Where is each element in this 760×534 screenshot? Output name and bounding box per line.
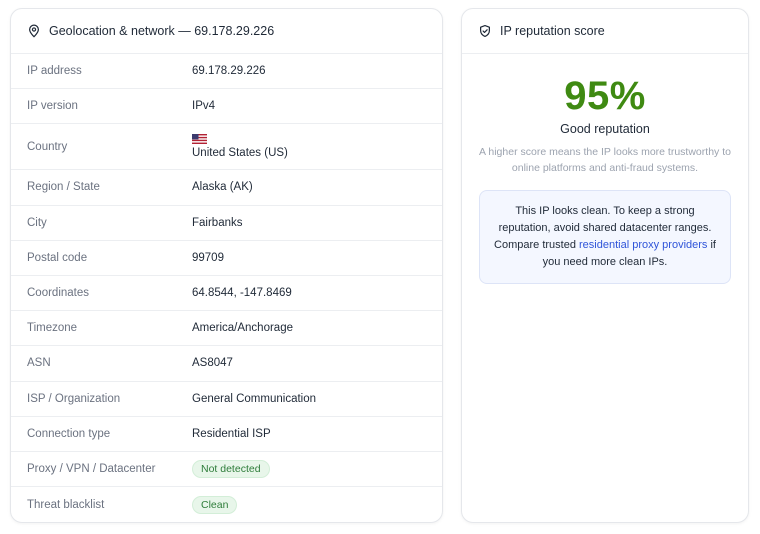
table-row: IP version IPv4 xyxy=(11,89,442,125)
row-value: Fairbanks xyxy=(192,216,243,229)
location-pin-icon xyxy=(27,24,41,38)
geolocation-card: Geolocation & network — 69.178.29.226 IP… xyxy=(10,8,443,523)
row-value: Alaska (AK) xyxy=(192,181,253,194)
geolocation-title: Geolocation & network — 69.178.29.226 xyxy=(49,24,275,38)
row-value: AS8047 xyxy=(192,357,233,370)
status-badge-proxy: Not detected xyxy=(192,459,270,478)
row-key: Region / State xyxy=(27,181,100,194)
table-row: Region / State Alaska (AK) xyxy=(11,170,442,206)
reputation-score: 95% xyxy=(564,74,646,118)
row-key: ISP / Organization xyxy=(27,392,121,405)
row-key: Country xyxy=(27,140,68,153)
row-key: Coordinates xyxy=(27,287,90,300)
geolocation-card-header: Geolocation & network — 69.178.29.226 xyxy=(11,9,442,54)
table-row: Country United States (US) xyxy=(11,124,442,171)
shield-check-icon xyxy=(478,24,492,38)
reputation-notice: This IP looks clean. To keep a strong re… xyxy=(479,190,731,284)
table-row: City Fairbanks xyxy=(11,206,442,241)
reputation-card: IP reputation score 95% Good reputation … xyxy=(461,8,749,523)
row-key: ASN xyxy=(27,357,51,370)
table-row: Postal code 99709 xyxy=(11,241,442,276)
us-flag-icon xyxy=(192,134,207,145)
reputation-label: Good reputation xyxy=(560,122,650,136)
row-value: America/Anchorage xyxy=(192,322,293,335)
row-key: City xyxy=(27,216,47,229)
row-key: Proxy / VPN / Datacenter xyxy=(27,462,156,475)
row-value: 64.8544, -147.8469 xyxy=(192,287,292,300)
row-key: Timezone xyxy=(27,322,78,335)
status-badge-blacklist: Clean xyxy=(192,495,238,514)
row-value: IPv4 xyxy=(192,100,216,113)
row-value: Residential ISP xyxy=(192,427,271,440)
reputation-description: A higher score means the IP looks more t… xyxy=(479,146,731,174)
table-row: Threat blacklist Clean xyxy=(11,487,442,522)
residential-proxy-providers-link[interactable]: residential proxy providers xyxy=(579,239,707,251)
table-row: IP address 69.178.29.226 xyxy=(11,54,442,90)
reputation-title: IP reputation score xyxy=(500,24,605,38)
row-value: United States (US) xyxy=(192,147,288,160)
row-key: IP version xyxy=(27,100,78,113)
row-key: Connection type xyxy=(27,427,111,440)
table-row: ISP / Organization General Communication xyxy=(11,382,442,417)
row-key: IP address xyxy=(27,65,82,78)
table-row: Timezone America/Anchorage xyxy=(11,311,442,347)
row-value: General Communication xyxy=(192,392,317,405)
table-row: ASN AS8047 xyxy=(11,346,442,382)
row-key: Postal code xyxy=(27,251,88,264)
table-row: Coordinates 64.8544, -147.8469 xyxy=(11,276,442,312)
table-row: Proxy / VPN / Datacenter Not detected xyxy=(11,452,442,488)
reputation-card-header: IP reputation score xyxy=(462,9,748,54)
row-value: 69.178.29.226 xyxy=(192,65,266,78)
row-key: Threat blacklist xyxy=(27,498,105,511)
geolocation-table: IP address 69.178.29.226 IP version IPv4… xyxy=(11,54,442,522)
row-value: 99709 xyxy=(192,251,224,264)
table-row: Connection type Residential ISP xyxy=(11,417,442,452)
